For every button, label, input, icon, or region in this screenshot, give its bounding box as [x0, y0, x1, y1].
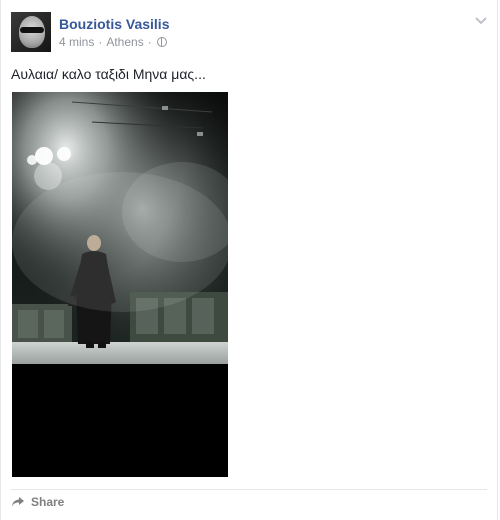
- globe-icon[interactable]: [156, 37, 167, 47]
- post-location[interactable]: Athens: [106, 35, 143, 49]
- post-photo[interactable]: [12, 92, 228, 477]
- avatar-glasses: [20, 27, 44, 33]
- stage-photo: [12, 92, 228, 477]
- author-avatar[interactable]: [11, 12, 51, 52]
- post-card: Bouziotis Vasilis 4 mins · Athens · Αυλα…: [0, 0, 498, 520]
- share-arrow-icon: [12, 497, 24, 507]
- author-name[interactable]: Bouziotis Vasilis: [59, 16, 169, 32]
- post-meta: 4 mins · Athens ·: [59, 35, 167, 49]
- meta-separator: ·: [98, 35, 103, 49]
- meta-separator-2: ·: [147, 35, 152, 49]
- post-text: Αυλαια/ καλο ταξιδι Μηνα μας...: [11, 66, 206, 82]
- post-timestamp[interactable]: 4 mins: [59, 35, 94, 49]
- chevron-down-icon[interactable]: [473, 14, 489, 28]
- action-divider: [11, 489, 487, 490]
